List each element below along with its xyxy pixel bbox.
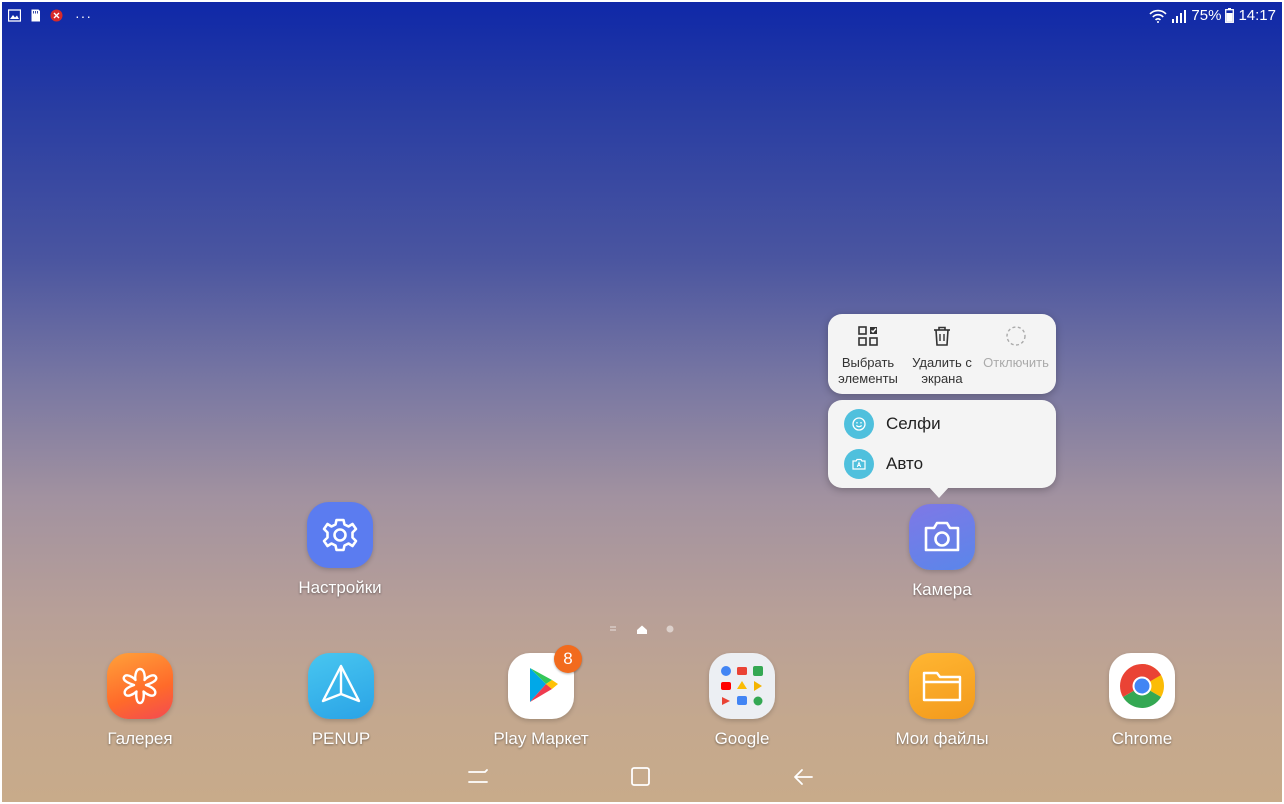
disable-button[interactable]: Отключить — [978, 314, 1054, 394]
more-notifications-icon: ··· — [75, 7, 92, 24]
shortcut-label: Авто — [886, 454, 924, 473]
app-label: Настройки — [298, 578, 382, 597]
recent-apps-icon — [468, 769, 488, 783]
clock: 14:17 — [1238, 7, 1276, 24]
shortcut-label: Селфи — [886, 414, 941, 433]
sd-card-icon — [31, 9, 40, 22]
remove-from-screen-button[interactable]: Удалить с экрана — [904, 314, 980, 394]
home-page-indicator[interactable] — [637, 625, 647, 635]
select-items-button[interactable]: Выбрать элементы — [830, 314, 906, 394]
app-settings[interactable]: Настройки — [280, 502, 400, 598]
app-google-folder[interactable]: Google — [682, 653, 802, 749]
app-label: Chrome — [1111, 729, 1173, 748]
app-label: Google — [714, 729, 770, 748]
app-label: Камера — [912, 580, 972, 599]
disable-icon — [1006, 326, 1026, 346]
action-label: Выбрать — [841, 355, 895, 370]
popup-pointer — [928, 486, 950, 498]
home-screen: ··· 75% 14:17 Настройки Камера Выбрать э… — [2, 2, 1282, 802]
auto-mode-icon — [844, 449, 874, 479]
app-my-files[interactable]: Мои файлы — [882, 653, 1002, 749]
page-indicator[interactable] — [602, 622, 682, 636]
app-camera[interactable]: Камера — [882, 504, 1002, 600]
gallery-flower-icon — [107, 653, 173, 719]
back-button[interactable] — [788, 762, 818, 792]
home-button[interactable] — [626, 762, 656, 792]
penup-icon — [308, 653, 374, 719]
notification-badge: 8 — [554, 645, 582, 673]
trash-icon — [934, 326, 950, 346]
chrome-icon — [1109, 653, 1175, 719]
app-label: Play Маркет — [493, 729, 589, 748]
battery-icon — [1225, 8, 1235, 23]
back-icon — [794, 769, 813, 785]
my-files-folder-icon — [909, 653, 975, 719]
camera-icon — [909, 504, 975, 570]
app-label: PENUP — [311, 729, 371, 748]
app-penup[interactable]: PENUP — [281, 653, 401, 749]
feeds-page-indicator[interactable] — [610, 626, 616, 631]
gallery-icon — [8, 9, 21, 22]
action-label: экрана — [921, 371, 963, 386]
app-shortcuts-popup: Селфи Авто — [828, 400, 1056, 488]
app-play-store[interactable]: 8 Play Маркет — [481, 645, 601, 749]
system-status: 75% 14:17 — [1149, 7, 1276, 24]
app-label: Галерея — [107, 729, 173, 748]
app-gallery[interactable]: Галерея — [80, 653, 200, 749]
recent-apps-button[interactable] — [463, 762, 493, 792]
page-dot[interactable] — [666, 625, 674, 633]
settings-gear-icon — [307, 502, 373, 568]
signal-icon — [1172, 9, 1187, 23]
action-label: Удалить с — [912, 355, 972, 370]
action-label: Отключить — [983, 355, 1049, 370]
app-label: Мои файлы — [895, 729, 989, 748]
google-folder-icon — [709, 653, 775, 719]
play-store-icon: 8 — [508, 645, 582, 719]
notification-area: ··· — [8, 7, 92, 24]
wifi-icon — [1149, 9, 1168, 23]
home-icon — [631, 767, 650, 786]
shortcut-auto[interactable]: Авто — [844, 449, 923, 479]
app-chrome[interactable]: Chrome — [1082, 653, 1202, 749]
status-bar: ··· 75% 14:17 — [2, 2, 1282, 30]
battery-percent: 75% — [1191, 7, 1222, 24]
shortcut-selfie[interactable]: Селфи — [844, 409, 941, 439]
app-options-popup: Выбрать элементы Удалить с экрана Отключит… — [828, 314, 1056, 394]
red-app-icon — [50, 9, 63, 22]
action-label: элементы — [838, 371, 898, 386]
selfie-icon — [844, 409, 874, 439]
select-items-icon — [858, 326, 878, 346]
